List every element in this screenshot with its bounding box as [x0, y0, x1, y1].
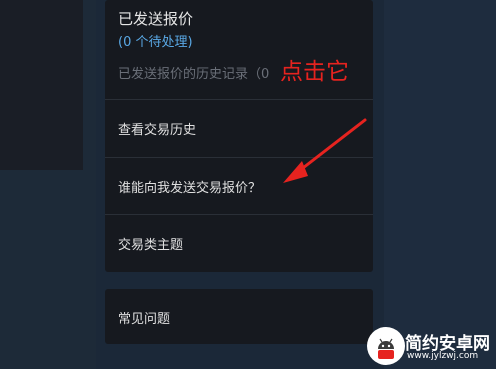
watermark-url: www.jylzwj.com: [407, 351, 479, 361]
annotation-arrow-icon: [283, 118, 367, 183]
android-robot-icon: [367, 327, 405, 365]
watermark: 简约安卓网 www.jylzwj.com: [367, 327, 495, 367]
